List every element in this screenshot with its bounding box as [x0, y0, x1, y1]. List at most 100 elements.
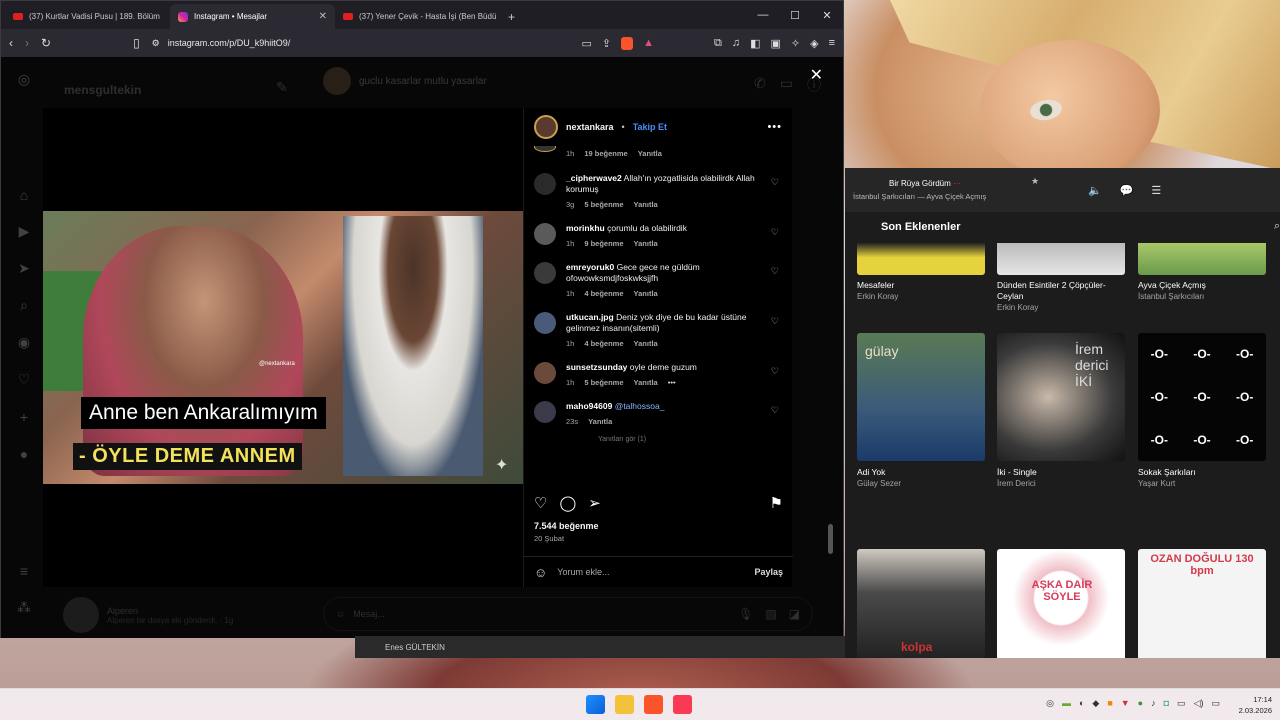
comment-likes[interactable]: 19 beğenme	[584, 148, 627, 159]
search-icon[interactable]: ⌕	[1274, 220, 1280, 233]
reply-button[interactable]: Yanıtla	[634, 238, 658, 249]
comment-likes[interactable]: 5 beğenme	[584, 377, 623, 388]
bookmark-icon[interactable]: ▯	[133, 36, 140, 50]
comment-username[interactable]: maho94609	[566, 401, 612, 411]
avatar[interactable]	[534, 401, 556, 423]
network-icon[interactable]: ▭	[1177, 698, 1186, 709]
album-title[interactable]: Ayva Çiçek Açmış	[1138, 280, 1273, 291]
album-card[interactable]: gülay Adi Yok Gülay Sezer	[857, 333, 985, 488]
album-cover-kolpa[interactable]: kolpa	[857, 549, 985, 658]
avatar[interactable]	[534, 223, 556, 245]
comment-username[interactable]: morinkhu	[566, 223, 605, 233]
now-playing-info[interactable]: Bir Rüya Gördüm ··· İstanbul Şarkıcıları…	[853, 177, 986, 203]
system-clock[interactable]: 17:14 2.03.2026	[1239, 694, 1272, 716]
background-window[interactable]: Enes GÜLTEKİN	[355, 636, 845, 658]
battery-icon[interactable]: ▭	[1211, 698, 1220, 709]
tray-app-icon[interactable]: ◐	[1079, 698, 1084, 709]
tray-nvidia-icon[interactable]: ▬	[1062, 698, 1071, 709]
lyrics-icon[interactable]: 💬	[1120, 184, 1134, 197]
reply-button[interactable]: Yanıtla	[588, 416, 612, 427]
comment-username[interactable]: _cipherwave2	[566, 173, 622, 183]
favorite-star-icon[interactable]: ★	[1031, 176, 1039, 187]
tray-app-icon[interactable]: ▼	[1121, 698, 1130, 709]
close-window-icon[interactable]: ✕	[811, 1, 843, 29]
wallet-icon[interactable]: ▣	[770, 37, 780, 50]
album-title[interactable]: Dünden Esintiler 2 Çöpçüler-Ceylan	[997, 280, 1132, 302]
comment-like-icon[interactable]: ♡	[771, 366, 779, 377]
reply-button[interactable]: Yanıtla	[634, 199, 658, 210]
comment-like-icon[interactable]: ♡	[771, 266, 779, 277]
tray-app-icon[interactable]: ◎	[1046, 698, 1054, 709]
tray-app-icon[interactable]: ◆	[1092, 698, 1099, 709]
post-comment-button[interactable]: Paylaş	[754, 567, 783, 577]
album-cover-ayva-cicek[interactable]	[1138, 243, 1266, 275]
address-bar[interactable]: ⚙ instagram.com/p/DU_k9hiitO9/	[152, 32, 570, 54]
site-info-icon[interactable]: ⚙	[152, 38, 160, 49]
brave-shield-icon[interactable]	[621, 36, 634, 50]
comment-likes[interactable]: 5 beğenme	[584, 199, 623, 210]
more-options-icon[interactable]: •••	[767, 121, 782, 133]
comment-username[interactable]: utkucan.jpg	[566, 312, 614, 322]
reply-button[interactable]: Yanıtla	[638, 148, 662, 159]
post-media[interactable]: @nextankara Anne ben Ankaralımıyım - ÖYL…	[43, 108, 523, 587]
comment-options-icon[interactable]: •••	[668, 377, 676, 388]
comment-like-icon[interactable]: ♡	[771, 177, 779, 188]
page-scrollbar[interactable]	[827, 59, 835, 634]
tray-app-icon[interactable]: ●	[1138, 698, 1143, 709]
scrollbar-thumb[interactable]	[828, 524, 833, 554]
close-tab-icon[interactable]: ✕	[319, 11, 327, 22]
menu-icon[interactable]: ≡	[829, 37, 835, 49]
like-icon[interactable]: ♡	[534, 494, 547, 512]
comment-like-icon[interactable]: ♡	[771, 316, 779, 327]
minimize-icon[interactable]: —	[747, 1, 779, 29]
album-cover-aska-dair[interactable]: AŞKA DAİR SÖYLE	[997, 549, 1125, 658]
avatar[interactable]	[534, 362, 556, 384]
album-artist[interactable]: Erkin Koray	[857, 292, 898, 301]
save-icon[interactable]: ⚑	[770, 494, 783, 512]
author-name[interactable]: nextankara	[566, 122, 614, 132]
tray-app-icon[interactable]: ◘	[1164, 698, 1169, 709]
share-icon[interactable]: ⇪	[602, 37, 611, 50]
view-replies-link[interactable]: Yanıtları gör (1)	[534, 436, 783, 443]
music-app-icon[interactable]	[673, 695, 692, 714]
reload-icon[interactable]: ↻	[41, 36, 51, 50]
reply-button[interactable]: Yanıtla	[634, 377, 658, 388]
leo-icon[interactable]: ✧	[791, 37, 800, 50]
album-cover-mesafeler[interactable]	[857, 243, 985, 275]
file-explorer-icon[interactable]	[615, 695, 634, 714]
comment-username[interactable]: emreyoruk0	[566, 262, 614, 272]
queue-icon[interactable]: ☰	[1151, 184, 1161, 197]
emoji-icon[interactable]: ☺	[534, 565, 547, 580]
new-tab-button[interactable]: +	[500, 4, 523, 29]
rewards-icon[interactable]: ▲	[643, 37, 654, 49]
vpn-icon[interactable]: ◈	[810, 37, 818, 50]
album-artist[interactable]: İstanbul Şarkıcıları	[1138, 292, 1204, 301]
likes-count[interactable]: 7.544 beğenme	[534, 521, 599, 531]
back-icon[interactable]: ‹	[9, 36, 13, 50]
brave-browser-icon[interactable]	[644, 695, 663, 714]
volume-icon[interactable]: ◁)	[1194, 698, 1204, 709]
comment-likes[interactable]: 9 beğenme	[584, 238, 623, 249]
comments-list[interactable]: 1h 19 beğenme Yanıtla _cipherwave2 Allah…	[524, 146, 793, 482]
album-card[interactable]: -O- -O- -O- -O- -O- -O- -O- -O- -O- Sokak Şark…	[1138, 333, 1266, 488]
tray-app-icon[interactable]: ■	[1107, 698, 1112, 709]
album-card[interactable]: İrem derici İKİ İki - Single İrem Derici	[997, 333, 1125, 488]
media-icon[interactable]: ♫	[732, 37, 740, 49]
video-frame[interactable]: @nextankara Anne ben Ankaralımıyım - ÖYL…	[43, 211, 523, 484]
reply-button[interactable]: Yanıtla	[634, 338, 658, 349]
album-cover-dunden-esintiler[interactable]	[997, 243, 1125, 275]
add-comment-bar[interactable]: ☺ Yorum ekle... Paylaş	[524, 556, 793, 587]
tab-yener-cevik[interactable]: (37) Yener Çevik - Hasta İşi (Ben Büdü	[335, 4, 500, 29]
follow-button[interactable]: Takip Et	[633, 122, 667, 132]
forward-icon[interactable]: ›	[25, 36, 29, 50]
screenshot-icon[interactable]: ⧉	[714, 37, 722, 50]
avatar[interactable]	[534, 262, 556, 284]
sidebar-icon[interactable]: ◧	[750, 37, 760, 50]
reply-button[interactable]: Yanıtla	[634, 288, 658, 299]
comment-like-icon[interactable]: ♡	[771, 227, 779, 238]
maximize-icon[interactable]: ☐	[779, 1, 811, 29]
author-avatar[interactable]	[534, 115, 558, 139]
album-cover-ozan-dogulu[interactable]: OZAN DOĞULU 130 bpm	[1138, 549, 1266, 658]
avatar[interactable]	[534, 312, 556, 334]
microphone-icon[interactable]: ♪	[1151, 698, 1156, 709]
